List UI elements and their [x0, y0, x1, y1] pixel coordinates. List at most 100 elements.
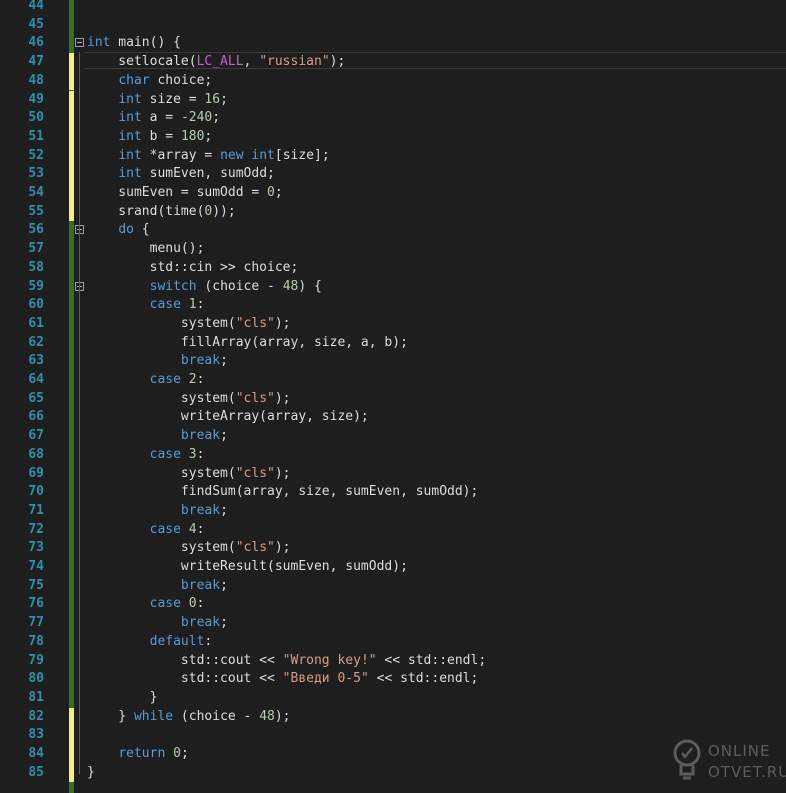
code-token: int: [118, 110, 142, 126]
code-text[interactable]: fillArray(array, size, a, b);: [87, 334, 408, 353]
code-line[interactable]: 74 writeResult(sumEven, sumOdd);: [0, 558, 786, 577]
code-text[interactable]: std::cout << "Введи 0-5" << std::endl;: [87, 670, 478, 689]
code-line[interactable]: 61 system("cls");: [0, 315, 786, 334]
code-token: int: [251, 147, 275, 163]
line-number: 59: [28, 278, 44, 294]
code-text[interactable]: break;: [87, 614, 228, 633]
code-text[interactable]: } while (choice - 48);: [87, 708, 290, 727]
code-line[interactable]: 83: [0, 726, 786, 745]
code-token: new: [220, 147, 244, 163]
code-line[interactable]: 85}: [0, 763, 786, 783]
code-line[interactable]: 70 findSum(array, size, sumEven, sumOdd)…: [0, 483, 786, 502]
code-line[interactable]: 46 int main() {: [0, 34, 786, 53]
code-line[interactable]: 59 switch (choice - 48) {: [0, 278, 786, 297]
code-token: 3: [188, 446, 197, 462]
code-text[interactable]: writeArray(array, size);: [87, 408, 369, 427]
code-text[interactable]: break;: [87, 502, 228, 521]
code-line[interactable]: 79 std::cout << "Wrong key!" << std::end…: [0, 652, 786, 671]
code-line[interactable]: 69 system("cls");: [0, 465, 786, 484]
code-text[interactable]: break;: [87, 577, 228, 596]
unsaved-change-marker: [69, 165, 74, 184]
code-token: std::cin >> choice;: [87, 259, 299, 275]
code-text[interactable]: writeResult(sumEven, sumOdd);: [87, 558, 408, 577]
code-token: while: [133, 708, 174, 724]
code-line[interactable]: 58 std::cin >> choice;: [0, 259, 786, 278]
code-line[interactable]: 54 sumEven = sumOdd = 0;: [0, 184, 786, 203]
code-line[interactable]: 81 }: [0, 689, 786, 708]
code-token: 16: [204, 91, 221, 107]
code-editor[interactable]: 44 45 46 int main() {47 setlocale(LC_ALL, "…: [0, 0, 786, 793]
code-line[interactable]: 44: [0, 0, 786, 16]
code-line[interactable]: 62 fillArray(array, size, a, b);: [0, 334, 786, 353]
code-text[interactable]: setlocale(LC_ALL, "russian");: [87, 53, 345, 72]
code-token: std::cout <<: [87, 671, 283, 687]
code-line[interactable]: 53 int sumEven, sumOdd;: [0, 165, 786, 184]
code-text[interactable]: system("cls");: [87, 539, 291, 558]
code-text[interactable]: case 4:: [87, 521, 205, 540]
code-text[interactable]: sumEven = sumOdd = 0;: [87, 184, 282, 203]
code-line[interactable]: 72 case 4:: [0, 521, 786, 540]
code-line[interactable]: 57 menu();: [0, 240, 786, 259]
code-text[interactable]: std::cout << "Wrong key!" << std::endl;: [87, 652, 486, 671]
code-line[interactable]: 84 return 0;: [0, 745, 786, 764]
code-line[interactable]: 45: [0, 16, 786, 35]
code-text[interactable]: case 1:: [87, 296, 205, 315]
code-token: break: [180, 615, 221, 631]
code-text[interactable]: case 3:: [87, 446, 205, 465]
code-text[interactable]: break;: [87, 427, 228, 446]
code-text[interactable]: char choice;: [87, 72, 212, 91]
code-line[interactable]: 50 int a = -240;: [0, 109, 786, 128]
code-text[interactable]: int a = -240;: [87, 109, 220, 128]
code-text[interactable]: system("cls");: [87, 465, 291, 484]
code-text[interactable]: int b = 180;: [87, 128, 212, 147]
code-text[interactable]: int main() {: [87, 34, 181, 53]
line-number: 62: [28, 334, 44, 350]
code-text[interactable]: do {: [87, 221, 149, 240]
code-line[interactable]: 66 writeArray(array, size);: [0, 408, 786, 427]
code-text[interactable]: }: [87, 764, 95, 783]
code-line[interactable]: 73 system("cls");: [0, 539, 786, 558]
code-line[interactable]: 80 std::cout << "Введи 0-5" << std::endl…: [0, 670, 786, 689]
code-line[interactable]: 68 case 3:: [0, 446, 786, 465]
code-text[interactable]: default:: [87, 633, 213, 652]
code-line[interactable]: 76 case 0:: [0, 595, 786, 614]
code-line[interactable]: 48 char choice;: [0, 71, 786, 91]
code-line[interactable]: 67 break;: [0, 427, 786, 446]
code-line[interactable]: 77 break;: [0, 614, 786, 633]
code-line[interactable]: 52 int *array = new int[size];: [0, 146, 786, 166]
code-token: return: [118, 746, 166, 761]
code-text[interactable]: findSum(array, size, sumEven, sumOdd);: [87, 483, 478, 502]
code-text[interactable]: int size = 16;: [87, 91, 228, 110]
code-line[interactable]: 60 case 1:: [0, 296, 786, 315]
code-token: ;: [220, 577, 228, 593]
code-text[interactable]: case 2:: [87, 371, 205, 390]
code-text[interactable]: int sumEven, sumOdd;: [87, 165, 275, 184]
code-line[interactable]: 63 break;: [0, 352, 786, 371]
code-text[interactable]: }: [87, 689, 158, 708]
code-text[interactable]: case 0:: [87, 595, 205, 614]
code-line[interactable]: 47 setlocale(LC_ALL, "russian");: [0, 53, 786, 72]
code-text[interactable]: switch (choice - 48) {: [87, 278, 322, 297]
code-line[interactable]: 82 } while (choice - 48);: [0, 707, 786, 727]
code-text[interactable]: system("cls");: [87, 390, 291, 409]
code-text[interactable]: return 0;: [87, 745, 188, 764]
code-token: ;: [220, 91, 228, 107]
collapse-icon[interactable]: [75, 38, 84, 48]
code-line[interactable]: 78 default:: [0, 633, 786, 652]
code-line[interactable]: 55 srand(time(0));: [0, 202, 786, 222]
code-text[interactable]: break;: [87, 352, 228, 371]
code-line[interactable]: 56 do {: [0, 221, 786, 240]
code-text[interactable]: srand(time(0));: [87, 203, 235, 222]
code-text[interactable]: int *array = new int[size];: [87, 147, 329, 166]
code-line[interactable]: 71 break;: [0, 502, 786, 521]
code-text[interactable]: std::cin >> choice;: [87, 259, 299, 278]
code-text[interactable]: menu();: [87, 240, 205, 259]
code-line[interactable]: 49 int size = 16;: [0, 90, 786, 110]
code-line[interactable]: 75 break;: [0, 577, 786, 596]
code-line[interactable]: 51 int b = 180;: [0, 127, 786, 147]
code-line[interactable]: 64 case 2:: [0, 371, 786, 390]
code-text[interactable]: system("cls");: [87, 315, 291, 334]
code-line[interactable]: 65 system("cls");: [0, 390, 786, 409]
line-number: 51: [28, 128, 44, 144]
